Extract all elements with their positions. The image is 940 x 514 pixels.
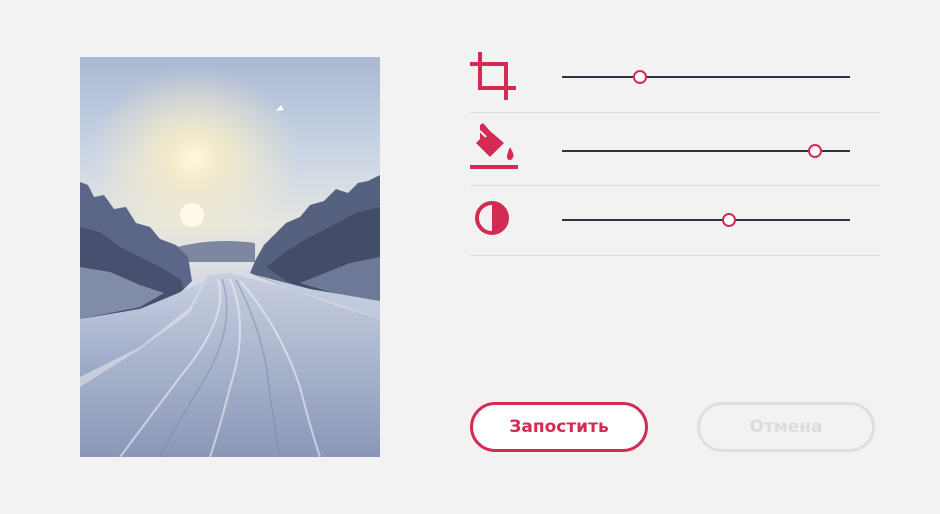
crop-slider-track <box>562 76 850 78</box>
fill-row <box>470 113 880 186</box>
fill-slider[interactable] <box>562 141 850 161</box>
fill-slider-thumb[interactable] <box>808 144 823 158</box>
contrast-slider-track <box>562 219 850 221</box>
crop-slider-thumb[interactable] <box>632 70 647 84</box>
contrast-icon[interactable] <box>470 196 520 246</box>
crop-icon[interactable] <box>470 52 520 102</box>
cancel-button[interactable]: Отмена <box>697 402 875 452</box>
photo-preview <box>80 57 380 457</box>
post-button[interactable]: Запостить <box>470 402 648 452</box>
crop-slider[interactable] <box>562 67 850 87</box>
contrast-slider[interactable] <box>562 210 850 230</box>
fill-slider-track <box>562 150 850 152</box>
contrast-slider-thumb[interactable] <box>722 213 737 227</box>
paint-bucket-icon[interactable] <box>470 123 520 173</box>
adjustments-panel <box>470 40 880 256</box>
crop-row <box>470 40 880 113</box>
contrast-row <box>470 186 880 256</box>
